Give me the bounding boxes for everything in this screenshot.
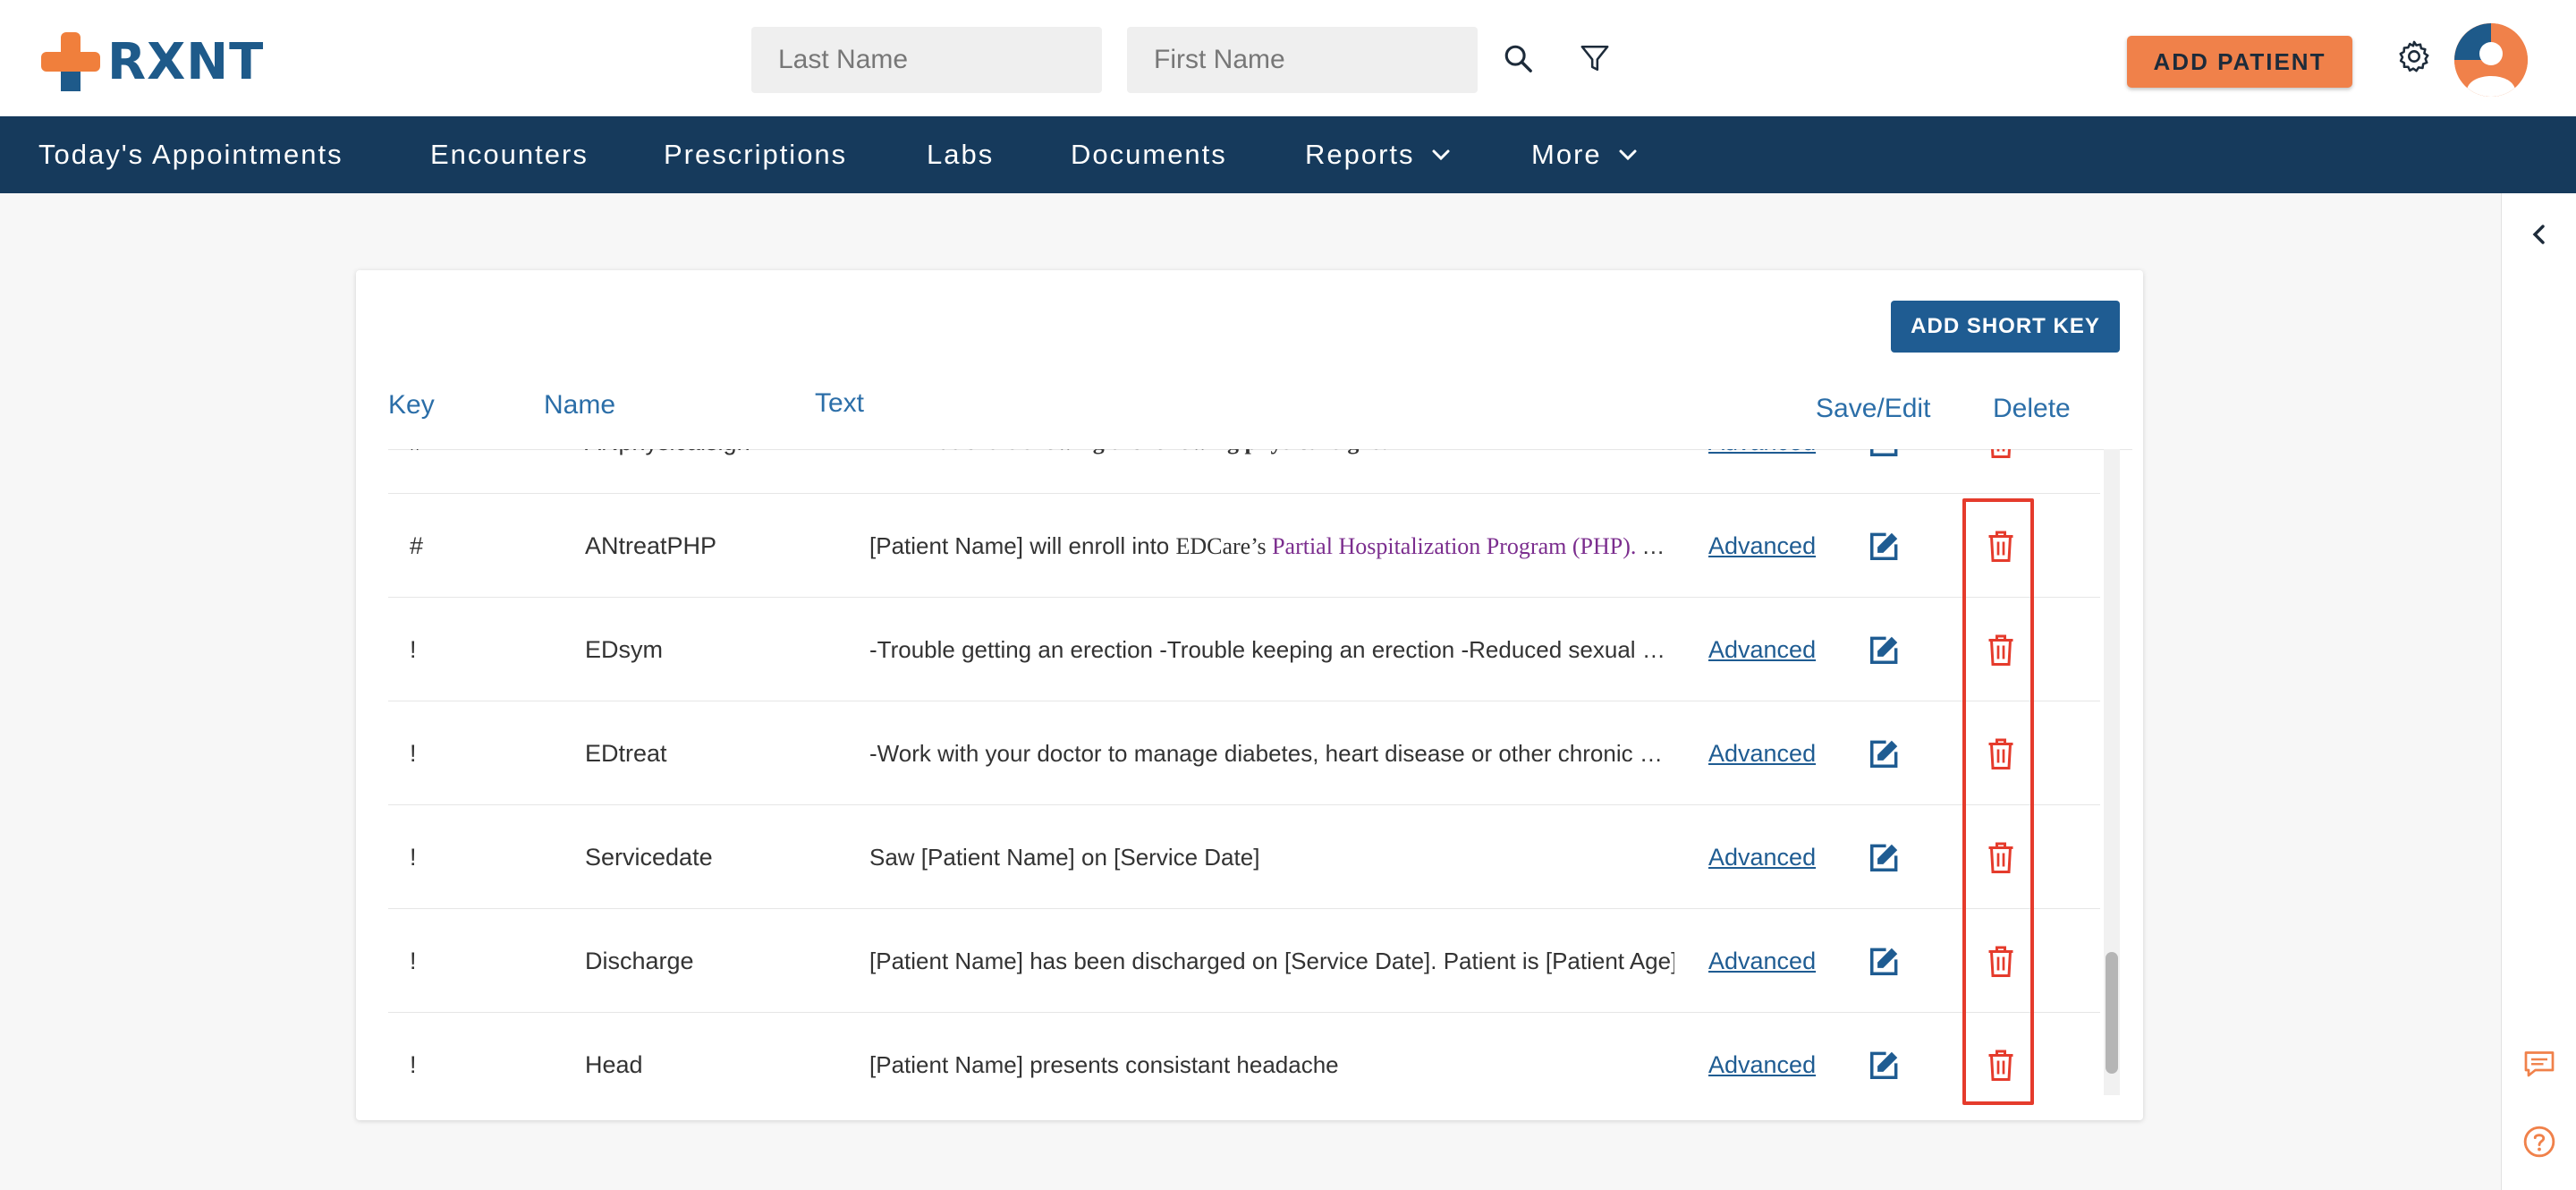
advanced-link[interactable]: Advanced [1708, 1013, 1816, 1093]
top-bar: RXNT ADD PATIENT [0, 0, 2576, 116]
row-name: EDtreat [585, 739, 667, 767]
table-row: ! EDtreat -Work with your doctor to mana… [388, 701, 2100, 805]
rxnt-logo[interactable]: RXNT [41, 30, 264, 93]
table-row: ! EDsym -Trouble getting an erection -Tr… [388, 598, 2100, 701]
nav-reports[interactable]: Reports [1305, 116, 1451, 193]
edit-icon[interactable] [1864, 909, 1905, 1013]
column-header-save-edit: Save/Edit [1816, 394, 1931, 423]
edit-icon[interactable] [1864, 701, 1905, 805]
nav-prescriptions[interactable]: Prescriptions [664, 116, 847, 193]
advanced-link[interactable]: Advanced [1708, 701, 1816, 805]
row-text: -Trouble getting an erection -Trouble ke… [869, 636, 1674, 663]
delete-column-highlight [1962, 498, 2034, 1105]
row-name: EDsym [585, 635, 663, 663]
logo-text: RXNT [107, 32, 265, 91]
table-row: ! Servicedate Saw [Patient Name] on [Ser… [388, 805, 2100, 909]
right-side-rail [2501, 193, 2576, 1190]
edit-icon[interactable] [1864, 598, 1905, 701]
table-row: ! Discharge [Patient Name] has been disc… [388, 909, 2100, 1013]
user-avatar[interactable] [2454, 23, 2528, 97]
chat-icon[interactable] [2521, 1047, 2557, 1083]
advanced-link[interactable]: Advanced [1708, 494, 1816, 598]
row-name: Head [585, 1050, 643, 1078]
filter-icon[interactable] [1572, 36, 1617, 81]
advanced-link[interactable]: Advanced [1708, 598, 1816, 701]
column-header-delete: Delete [1993, 394, 2071, 423]
edit-icon[interactable] [1864, 805, 1905, 909]
column-header-text[interactable]: Text [815, 388, 864, 419]
row-key: # [410, 449, 463, 494]
row-name: ANtreatPHP [585, 531, 717, 559]
logo-cross-icon [41, 32, 100, 91]
add-patient-button[interactable]: ADD PATIENT [2127, 36, 2352, 88]
help-icon[interactable] [2521, 1124, 2557, 1160]
chevron-down-icon [1431, 149, 1451, 161]
row-text: Patient is showing the following physica… [925, 449, 1730, 494]
short-keys-list: # ANphysicalsign Patient is showing the … [388, 449, 2100, 1093]
nav-encounters[interactable]: Encounters [430, 116, 589, 193]
row-key: ! [410, 1050, 417, 1078]
edit-icon[interactable] [1864, 449, 1905, 494]
trash-icon[interactable] [1980, 449, 2021, 494]
row-text: -Work with your doctor to manage diabete… [869, 740, 1674, 767]
table-row: ! Head [Patient Name] presents consistan… [388, 1013, 2100, 1093]
row-key: # [410, 531, 424, 559]
scrollbar-thumb[interactable] [2106, 952, 2118, 1074]
advanced-link[interactable]: Advanced [1708, 909, 1816, 1013]
nav-todays-appointments[interactable]: Today's Appointments [38, 116, 343, 193]
column-header-key[interactable]: Key [388, 390, 435, 421]
main-nav: Today's Appointments Encounters Prescrip… [0, 116, 2576, 193]
chevron-left-icon[interactable] [2521, 217, 2557, 252]
edit-icon[interactable] [1864, 494, 1905, 598]
gear-icon[interactable] [2392, 34, 2436, 79]
nav-labs[interactable]: Labs [927, 116, 994, 193]
last-name-input[interactable] [751, 27, 1102, 93]
row-key: ! [410, 947, 417, 974]
first-name-input[interactable] [1127, 27, 1478, 93]
table-row: # ANtreatPHP [Patient Name] will enroll … [388, 494, 2100, 598]
row-text: Saw [Patient Name] on [Service Date] [869, 844, 1260, 871]
row-text: [Patient Name] will enroll into EDCare’s… [869, 532, 1674, 559]
row-name: ANphysicalsign [585, 449, 853, 494]
row-key: ! [410, 843, 417, 871]
row-text: [Patient Name] has been discharged on [S… [869, 948, 1674, 974]
search-icon[interactable] [1496, 36, 1540, 81]
row-key: ! [410, 635, 417, 663]
column-header-name[interactable]: Name [544, 390, 615, 421]
chevron-down-icon [1618, 149, 1638, 161]
row-name: Servicedate [585, 843, 713, 871]
nav-more[interactable]: More [1531, 116, 1638, 193]
row-name: Discharge [585, 947, 694, 974]
advanced-link[interactable]: Advanced [1708, 449, 1816, 494]
row-text: [Patient Name] presents consistant heada… [869, 1051, 1339, 1078]
nav-documents[interactable]: Documents [1071, 116, 1227, 193]
advanced-link[interactable]: Advanced [1708, 805, 1816, 909]
row-key: ! [410, 739, 417, 767]
table-row: # ANphysicalsign Patient is showing the … [388, 449, 2100, 494]
edit-icon[interactable] [1864, 1013, 1905, 1093]
add-short-key-button[interactable]: ADD SHORT KEY [1891, 301, 2120, 353]
short-keys-card: ADD SHORT KEY Key Name Text Save/Edit De… [356, 270, 2143, 1120]
